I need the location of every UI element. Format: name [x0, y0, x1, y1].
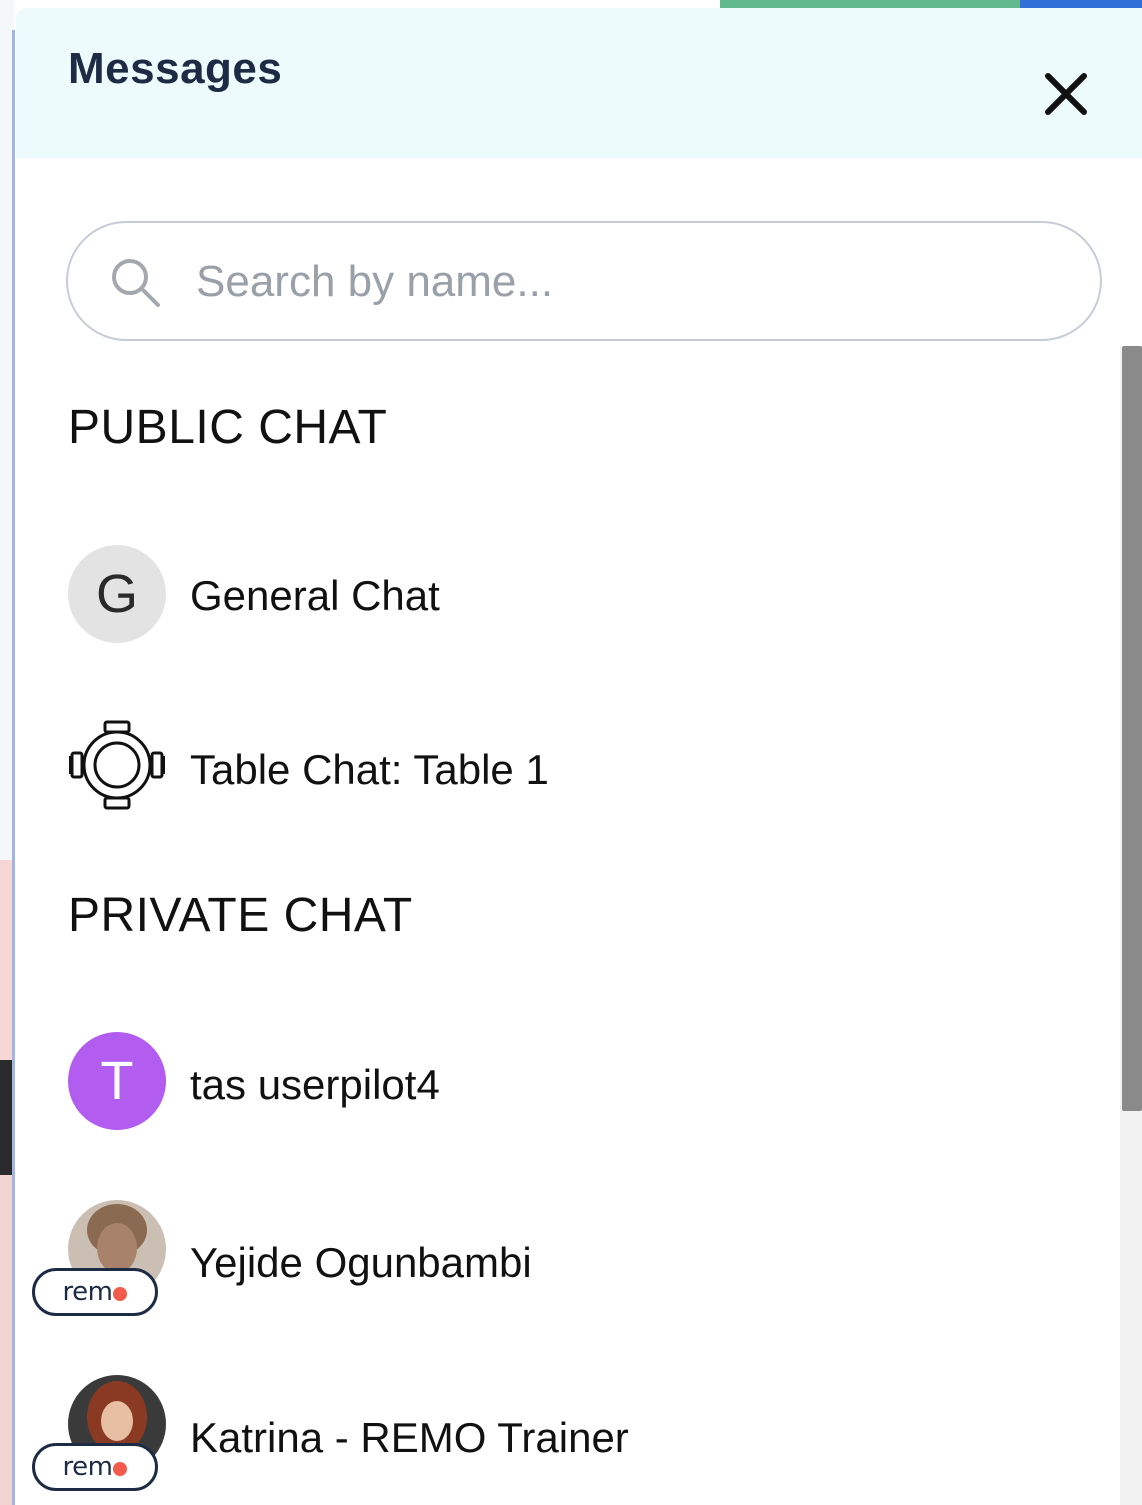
chat-item-name: Table Chat: Table 1 [190, 746, 549, 793]
remo-logo-dot [113, 1287, 128, 1301]
remo-badge: rem [32, 1268, 158, 1316]
messages-panel: Messages PUBLIC CHAT G General Chat [16, 8, 1142, 1505]
public-chat-heading: PUBLIC CHAT [68, 401, 388, 454]
chat-item-yejide-ogunbambi[interactable]: rem Yejide Ogunbambi [16, 1193, 1106, 1316]
chat-item-name: tas userpilot4 [190, 1061, 440, 1108]
remo-logo-text: rem [62, 1277, 113, 1307]
table-icon [69, 720, 165, 810]
search-input[interactable] [196, 245, 1056, 319]
user-avatar: T [68, 1032, 166, 1130]
remo-badge: rem [32, 1443, 158, 1491]
search-box[interactable] [66, 221, 1102, 341]
remo-logo-text: rem [62, 1452, 113, 1482]
scrollbar-thumb[interactable] [1122, 346, 1142, 1111]
private-chat-heading: PRIVATE CHAT [68, 889, 413, 942]
chat-item-name: Yejide Ogunbambi [190, 1239, 532, 1286]
chat-item-general-chat[interactable]: G General Chat [16, 534, 1106, 654]
chat-item-name: Katrina - REMO Trainer [190, 1414, 629, 1461]
general-chat-avatar: G [68, 545, 166, 643]
close-icon [1045, 73, 1087, 115]
close-button[interactable] [1038, 66, 1094, 122]
chat-item-name: General Chat [190, 572, 440, 619]
search-icon [112, 259, 160, 307]
panel-title: Messages [68, 44, 283, 93]
remo-logo-dot [113, 1462, 128, 1476]
chat-item-table-chat[interactable]: Table Chat: Table 1 [16, 708, 1106, 828]
chat-item-katrina-remo-trainer[interactable]: rem Katrina - REMO Trainer [16, 1368, 1106, 1491]
chat-item-tas-userpilot4[interactable]: T tas userpilot4 [16, 1021, 1106, 1141]
messages-header: Messages [16, 8, 1142, 158]
background-app-border [12, 30, 15, 1505]
